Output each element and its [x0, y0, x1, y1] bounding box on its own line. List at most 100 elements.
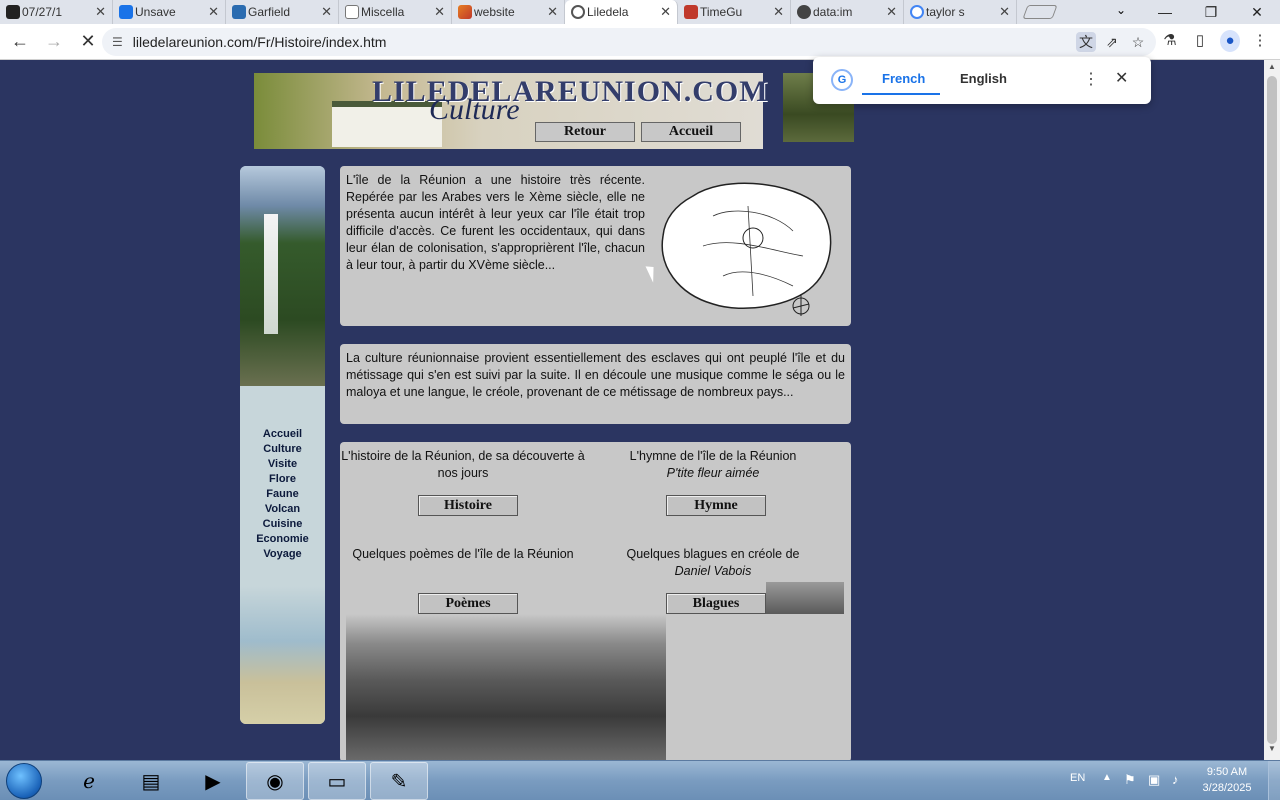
hymne-button[interactable]: Hymne [666, 495, 766, 516]
intro-panel: L'île de la Réunion a une histoire très … [340, 166, 851, 326]
tab-5[interactable]: website ✕ [452, 0, 565, 24]
minimize-icon[interactable]: — [1142, 0, 1188, 24]
history-text: L'histoire de la Réunion, de sa découver… [341, 449, 585, 480]
close-tab-icon[interactable]: ✕ [321, 4, 332, 20]
tab-title: 07/27/1 [22, 5, 63, 19]
close-window-icon[interactable]: ✕ [1234, 0, 1280, 24]
anthem-title: P'tite fleur aimée [666, 466, 760, 480]
tab-favicon-icon [910, 5, 924, 19]
back-icon[interactable]: ← [6, 31, 34, 52]
close-tab-icon[interactable]: ✕ [434, 4, 445, 20]
histoire-button[interactable]: Histoire [418, 495, 518, 516]
windows-taskbar: ℯ ▤ ▶ ◉ ▭ ✎ EN ▲ ⚑ ▣ ♪ 9:50 AM 3/28/2025 [0, 760, 1280, 800]
sidebar-item-faune[interactable]: Faune [240, 487, 325, 502]
sidebar-item-economie[interactable]: Economie [240, 532, 325, 547]
tab-7[interactable]: TimeGu ✕ [678, 0, 791, 24]
culture-panel: La culture réunionnaise provient essenti… [340, 344, 851, 424]
anthem-text: L'hymne de l'île de la Réunion [629, 449, 797, 463]
translate-options-icon[interactable]: ⋮ [1083, 69, 1099, 89]
scroll-up-icon[interactable]: ▲ [1264, 62, 1280, 76]
close-tab-icon[interactable]: ✕ [660, 4, 671, 20]
tab-favicon-icon [119, 5, 133, 19]
translate-close-icon[interactable]: ✕ [1115, 68, 1128, 88]
clock-time[interactable]: 9:50 AM [1187, 766, 1267, 778]
notepad-taskbar-icon[interactable]: ▭ [308, 762, 366, 800]
page-scrollbar[interactable]: ▲ ▼ [1264, 60, 1280, 760]
file-explorer-icon[interactable]: ▤ [122, 762, 180, 800]
translate-target-lang[interactable]: English [960, 71, 1007, 86]
sidebar-item-culture[interactable]: Culture [240, 442, 325, 457]
close-tab-icon[interactable]: ✕ [95, 4, 106, 20]
accueil-button[interactable]: Accueil [641, 122, 741, 142]
tab-1[interactable]: 07/27/1 ✕ [0, 0, 113, 24]
sidebar-item-flore[interactable]: Flore [240, 472, 325, 487]
retour-button[interactable]: Retour [535, 122, 635, 142]
paint-taskbar-icon[interactable]: ✎ [370, 762, 428, 800]
show-hidden-icons-icon[interactable]: ▲ [1102, 772, 1112, 783]
tab-3[interactable]: Garfield ✕ [226, 0, 339, 24]
translate-icon[interactable]: 文 [1076, 32, 1096, 52]
close-tab-icon[interactable]: ✕ [208, 4, 219, 20]
poems-text: Quelques poèmes de l'île de la Réunion [352, 547, 574, 561]
links-panel: L'histoire de la Réunion, de sa découver… [340, 442, 851, 762]
show-desktop-button[interactable] [1268, 761, 1280, 800]
tab-title: TimeGu [700, 5, 743, 19]
sidebar-item-accueil[interactable]: Accueil [240, 427, 325, 442]
close-tab-icon[interactable]: ✕ [773, 4, 784, 20]
history-caption: L'histoire de la Réunion, de sa découver… [340, 448, 586, 482]
flag-alert-icon[interactable]: ⚑ [1124, 772, 1136, 788]
translate-source-lang[interactable]: French [882, 71, 925, 86]
language-indicator[interactable]: EN [1070, 772, 1085, 784]
media-player-icon[interactable]: ▶ [184, 762, 242, 800]
intro-text: L'île de la Réunion a une histoire très … [346, 173, 645, 272]
sidebar-item-visite[interactable]: Visite [240, 457, 325, 472]
labs-flask-icon[interactable]: ⚗ [1160, 30, 1180, 52]
sidebar-item-voyage[interactable]: Voyage [240, 547, 325, 562]
menu-kebab-icon[interactable]: ⋮ [1250, 30, 1270, 52]
restore-icon[interactable]: ❐ [1188, 0, 1234, 24]
bookmark-star-icon[interactable]: ☆ [1128, 32, 1148, 52]
tab-8[interactable]: data:im ✕ [791, 0, 904, 24]
address-bar[interactable]: ☰ liledelareunion.com/Fr/Histoire/index.… [102, 28, 1156, 56]
tab-9[interactable]: taylor s ✕ [904, 0, 1017, 24]
volume-muted-icon[interactable]: ♪ [1172, 772, 1179, 787]
culture-text: La culture réunionnaise provient essenti… [346, 351, 845, 399]
tab-4[interactable]: Miscella ✕ [339, 0, 452, 24]
jokes-caption: Quelques blagues en créole de Daniel Vabo… [590, 546, 836, 580]
internet-explorer-icon[interactable]: ℯ [60, 762, 118, 800]
start-button[interactable] [6, 763, 42, 799]
clock-date[interactable]: 3/28/2025 [1187, 782, 1267, 794]
forward-icon[interactable]: → [40, 31, 68, 52]
new-tab-button[interactable] [1022, 5, 1058, 19]
site-info-icon[interactable]: ☰ [112, 35, 123, 49]
waterfall-stream [264, 214, 278, 334]
address-url[interactable]: liledelareunion.com/Fr/Histoire/index.ht… [133, 34, 387, 50]
omnibox-actions: 文 ⇗ ☆ [1076, 32, 1148, 52]
tab-favicon-icon [232, 5, 246, 19]
stop-loading-icon[interactable]: ✕ [74, 31, 102, 52]
tab-6-active[interactable]: Liledela ✕ [565, 0, 678, 24]
close-tab-icon[interactable]: ✕ [999, 4, 1010, 20]
chrome-taskbar-icon[interactable]: ◉ [246, 762, 304, 800]
tab-search-icon[interactable]: ⌄ [1116, 3, 1126, 17]
side-panel-icon[interactable]: ▯ [1190, 30, 1210, 52]
close-tab-icon[interactable]: ✕ [886, 4, 897, 20]
jokes-author: Daniel Vabois [674, 564, 752, 578]
poemes-button[interactable]: Poèmes [418, 593, 518, 614]
tab-favicon-icon [6, 5, 20, 19]
blagues-button[interactable]: Blagues [666, 593, 766, 614]
toolbar-right: ⚗ ▯ ● ⋮ [1160, 30, 1270, 52]
tab-2[interactable]: Unsave ✕ [113, 0, 226, 24]
profile-avatar-icon[interactable]: ● [1220, 30, 1240, 52]
tab-favicon-icon [458, 5, 472, 19]
scroll-down-icon[interactable]: ▼ [1264, 744, 1280, 758]
selected-lang-underline [862, 93, 940, 95]
network-icon[interactable]: ▣ [1148, 772, 1160, 788]
sidebar-item-cuisine[interactable]: Cuisine [240, 517, 325, 532]
scrollbar-thumb[interactable] [1267, 76, 1277, 744]
tab-strip: 07/27/1 ✕ Unsave ✕ Garfield ✕ Miscella ✕ web… [0, 0, 1280, 24]
close-tab-icon[interactable]: ✕ [547, 4, 558, 20]
anthem-caption: L'hymne de l'île de la Réunion P'tite fle… [590, 448, 836, 482]
sidebar-item-volcan[interactable]: Volcan [240, 502, 325, 517]
share-icon[interactable]: ⇗ [1102, 32, 1122, 52]
